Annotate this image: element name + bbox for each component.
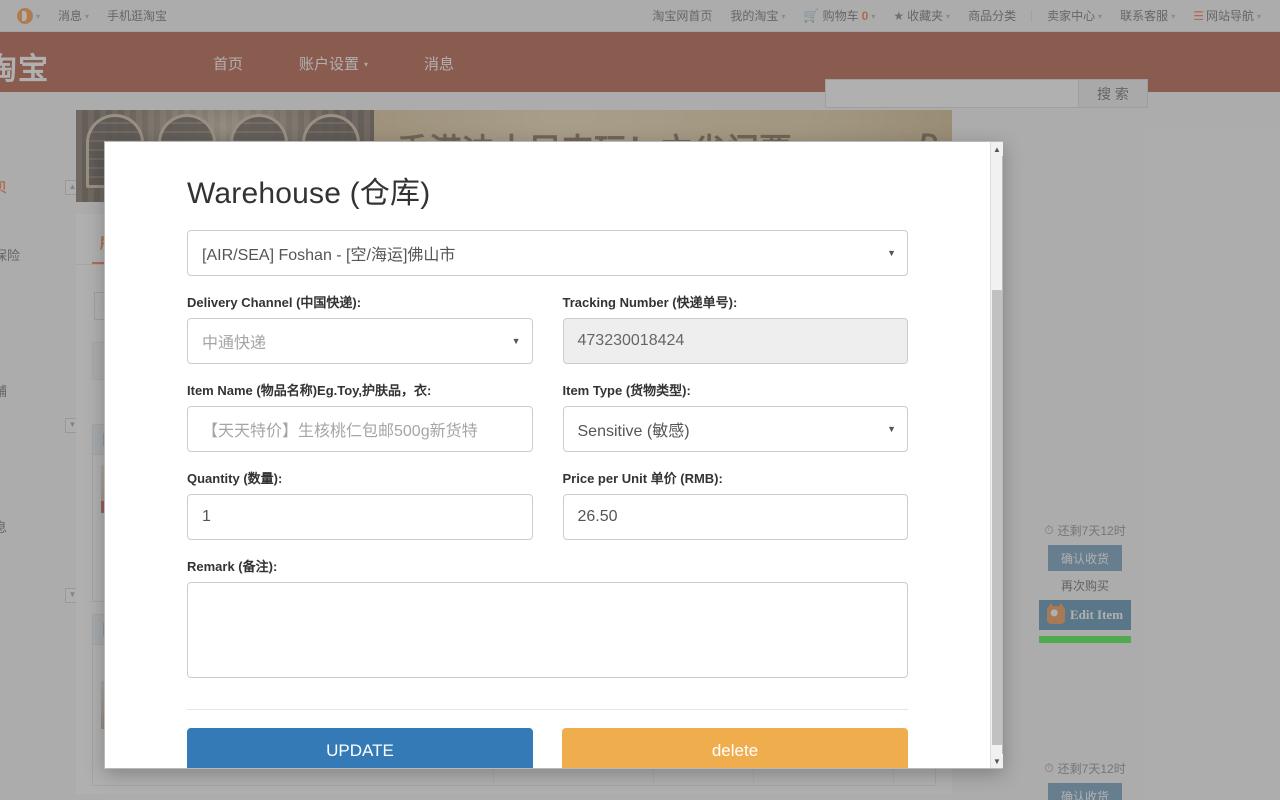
chevron-down-icon: ▼ — [887, 424, 896, 434]
quantity-input[interactable]: 1 — [187, 494, 533, 540]
form-row-1: Delivery Channel (中国快递): 中通快递 ▼ Tracking… — [187, 292, 908, 380]
modal-button-row: UPDATE delete — [187, 728, 908, 768]
warehouse-modal: Warehouse (仓库) [AIR/SEA] Foshan - [空/海运]… — [104, 141, 1003, 769]
scrollbar-thumb[interactable] — [992, 290, 1002, 745]
form-row-2: Item Name (物品名称)Eg.Toy,护肤品，衣: 【天天特价】生核桃仁… — [187, 380, 908, 468]
update-button[interactable]: UPDATE — [187, 728, 533, 768]
screen: ▾ 消息 ▾ 手机逛淘宝 淘宝网首页 我的淘宝 ▾ — [0, 0, 1280, 800]
delivery-channel-group: Delivery Channel (中国快递): 中通快递 ▼ — [187, 292, 533, 364]
remark-label: Remark (备注): — [187, 559, 278, 574]
item-type-group: Item Type (货物类型): Sensitive (敏感) ▼ — [562, 380, 908, 452]
item-name-label: Item Name (物品名称)Eg.Toy,护肤品，衣: — [187, 383, 432, 398]
price-per-unit-group: Price per Unit 单价 (RMB): 26.50 — [562, 468, 908, 540]
delivery-channel-value: 中通快递 — [202, 335, 267, 352]
scroll-up-icon[interactable]: ▲ — [991, 142, 1003, 156]
item-type-select[interactable]: Sensitive (敏感) ▼ — [562, 406, 908, 452]
item-name-group: Item Name (物品名称)Eg.Toy,护肤品，衣: 【天天特价】生核桃仁… — [187, 380, 533, 452]
tracking-number-group: Tracking Number (快递单号): 473230018424 — [562, 292, 908, 364]
delete-button[interactable]: delete — [562, 728, 908, 768]
price-per-unit-label: Price per Unit 单价 (RMB): — [562, 471, 723, 486]
delivery-channel-label: Delivery Channel (中国快递): — [187, 295, 362, 310]
remark-group: Remark (备注): — [187, 556, 908, 683]
item-name-input[interactable]: 【天天特价】生核桃仁包邮500g新货特 — [187, 406, 533, 452]
modal-content: Warehouse (仓库) [AIR/SEA] Foshan - [空/海运]… — [105, 142, 990, 768]
warehouse-select-value: [AIR/SEA] Foshan - [空/海运]佛山市 — [202, 247, 456, 264]
scroll-down-icon[interactable]: ▼ — [991, 754, 1003, 768]
warehouse-select[interactable]: [AIR/SEA] Foshan - [空/海运]佛山市 ▼ — [187, 230, 908, 276]
quantity-group: Quantity (数量): 1 — [187, 468, 533, 540]
chevron-down-icon: ▼ — [511, 336, 521, 346]
item-type-value: Sensitive (敏感) — [577, 423, 690, 440]
modal-divider — [187, 709, 908, 710]
delivery-channel-select[interactable]: 中通快递 ▼ — [187, 318, 533, 364]
chevron-down-icon: ▼ — [887, 248, 896, 258]
form-row-3: Quantity (数量): 1 Price per Unit 单价 (RMB)… — [187, 468, 908, 556]
modal-form: Warehouse (仓库) [AIR/SEA] Foshan - [空/海运]… — [105, 142, 990, 768]
price-per-unit-input[interactable]: 26.50 — [562, 494, 908, 540]
item-type-label: Item Type (货物类型): — [562, 383, 691, 398]
tracking-number-input[interactable]: 473230018424 — [562, 318, 908, 364]
modal-title: Warehouse (仓库) — [187, 177, 431, 210]
quantity-label: Quantity (数量): — [187, 471, 283, 486]
modal-scrollbar[interactable]: ▲ ▼ — [990, 142, 1003, 768]
tracking-number-label: Tracking Number (快递单号): — [562, 295, 738, 310]
remark-textarea[interactable] — [187, 582, 908, 678]
